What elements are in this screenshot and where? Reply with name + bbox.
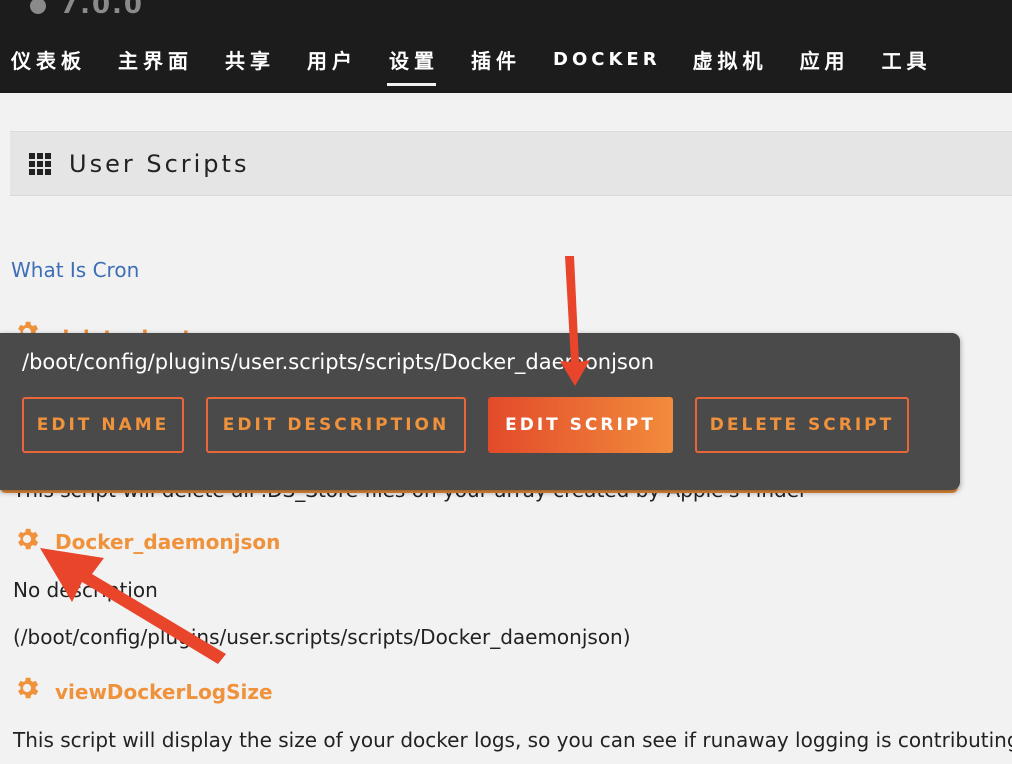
main-nav: 仪表板 主界面 共享 用户 设置 插件 DOCKER 虚拟机 应用 工具: [0, 42, 953, 86]
page-title-bar: User Scripts: [10, 131, 1012, 196]
script-name-view-docker-log-size[interactable]: viewDockerLogSize: [55, 680, 273, 704]
nav-docker[interactable]: DOCKER: [553, 49, 661, 70]
popup-script-path: /boot/config/plugins/user.scripts/script…: [22, 350, 655, 374]
edit-description-button[interactable]: EDIT DESCRIPTION: [206, 397, 466, 453]
gear-icon[interactable]: [13, 674, 41, 702]
nav-tools[interactable]: 工具: [882, 45, 932, 74]
delete-script-button[interactable]: DELETE SCRIPT: [695, 397, 909, 453]
page-title: User Scripts: [69, 149, 250, 178]
script-description: This script will display the size of you…: [13, 728, 1012, 752]
what-is-cron-link[interactable]: What Is Cron: [11, 258, 139, 282]
apps-grid-icon: [29, 152, 51, 175]
nav-settings[interactable]: 设置: [387, 45, 439, 86]
status-dot-icon: [30, 0, 46, 14]
script-description: No description: [13, 578, 158, 602]
nav-shares[interactable]: 共享: [225, 45, 275, 74]
script-name-docker-daemonjson[interactable]: Docker_daemonjson: [55, 530, 280, 554]
nav-main[interactable]: 主界面: [118, 45, 193, 74]
script-path: (/boot/config/plugins/user.scripts/scrip…: [13, 625, 631, 649]
nav-dashboard[interactable]: 仪表板: [11, 45, 86, 74]
script-context-popup: /boot/config/plugins/user.scripts/script…: [0, 333, 960, 490]
version-indicator: 7.0.0: [30, 0, 144, 20]
nav-plugins[interactable]: 插件: [471, 45, 521, 74]
nav-apps[interactable]: 应用: [800, 45, 850, 74]
edit-name-button[interactable]: EDIT NAME: [22, 397, 184, 453]
top-header: 7.0.0 仪表板 主界面 共享 用户 设置 插件 DOCKER 虚拟机 应用 …: [0, 0, 1012, 93]
edit-script-button[interactable]: EDIT SCRIPT: [488, 397, 673, 453]
nav-users[interactable]: 用户: [307, 45, 357, 74]
gear-icon[interactable]: [13, 525, 41, 553]
nav-vms[interactable]: 虚拟机: [693, 45, 768, 74]
